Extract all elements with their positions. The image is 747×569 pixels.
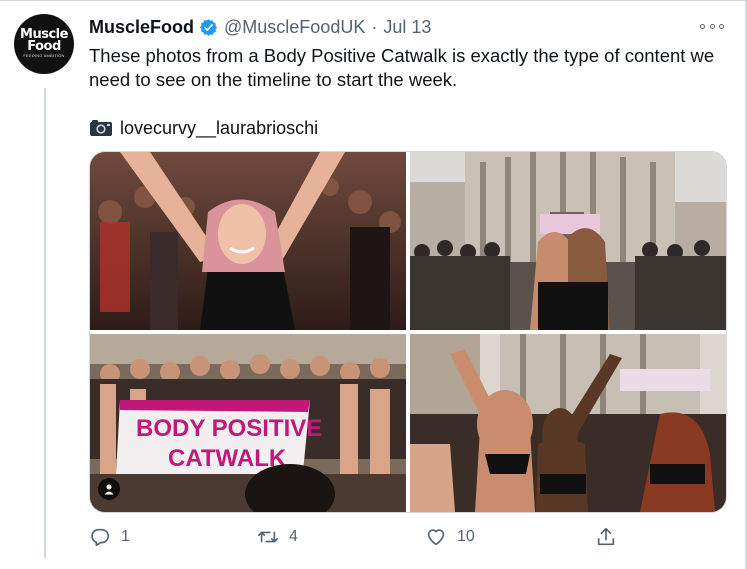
frame-border-top: [0, 0, 747, 1]
photo-3[interactable]: BODY POSITIVE CATWALK: [90, 334, 406, 512]
photo-credit-text: lovecurvy__laurabrioschi: [120, 117, 319, 138]
verified-badge-icon: [199, 18, 218, 36]
like-count: 10: [457, 528, 475, 545]
tweet-text: These photos from a Body Positive Catwal…: [89, 45, 715, 90]
photo-1[interactable]: [90, 152, 406, 330]
banner-text-line-1: BODY POSITIVE: [136, 415, 322, 442]
more-dot: [700, 23, 705, 29]
more-options-icon[interactable]: [700, 18, 724, 34]
share-icon: [597, 527, 615, 546]
separator-dot: ·: [371, 16, 378, 37]
reply-icon: [91, 528, 110, 547]
thread-line: [44, 88, 46, 558]
photo-4[interactable]: [410, 334, 726, 512]
author-name[interactable]: MuscleFood: [89, 17, 194, 38]
camera-icon: [90, 120, 112, 136]
author-handle[interactable]: @MuscleFoodUK: [224, 17, 365, 38]
person-tag-icon[interactable]: [98, 478, 120, 500]
reply-button[interactable]: 1: [89, 522, 130, 552]
more-dot: [709, 23, 715, 29]
reply-count: 1: [121, 528, 130, 545]
media-grid: BODY POSITIVE CATWALK: [89, 151, 727, 513]
share-button[interactable]: [595, 522, 627, 552]
retweet-icon: [258, 531, 278, 543]
photo-credit[interactable]: lovecurvy__laurabrioschi: [89, 116, 318, 140]
like-button[interactable]: 10: [425, 522, 475, 552]
heart-icon: [427, 529, 445, 546]
tweet-header: MuscleFood @MuscleFoodUK · Jul 13: [89, 14, 431, 40]
retweet-count: 4: [289, 528, 298, 545]
retweet-button[interactable]: 4: [257, 522, 298, 552]
more-dot: [719, 23, 724, 29]
avatar-line-2: Food: [27, 39, 61, 54]
tweet-actions: 1 4 10: [89, 522, 729, 552]
tweet-date[interactable]: Jul 13: [383, 17, 431, 38]
photo-2[interactable]: [410, 152, 726, 330]
avatar-line-3: FEEDING AMBITION: [23, 53, 65, 58]
avatar[interactable]: Muscle Food FEEDING AMBITION: [14, 14, 74, 74]
